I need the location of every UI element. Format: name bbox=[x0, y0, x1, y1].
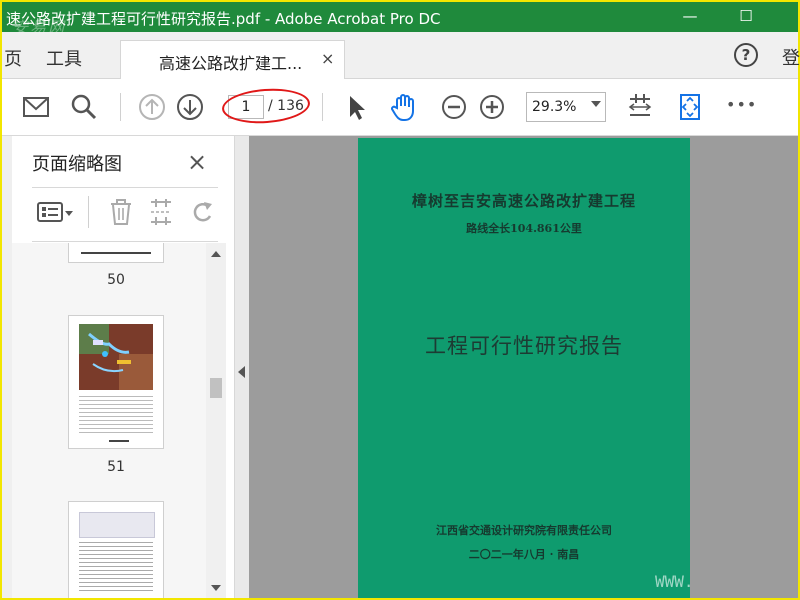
zoom-select[interactable]: 29.3% bbox=[526, 92, 606, 122]
toolbar-divider bbox=[120, 93, 121, 121]
tab-close-icon[interactable]: × bbox=[321, 49, 334, 68]
trash-icon[interactable] bbox=[108, 198, 134, 226]
cover-report-title: 工程可行性研究报告 bbox=[425, 334, 623, 358]
panel-close-icon[interactable]: × bbox=[187, 148, 207, 176]
tab-bar: 页 工具 高速公路改扩建工... × ? 登 bbox=[2, 32, 800, 79]
document-tab-label: 高速公路改扩建工... bbox=[159, 54, 303, 73]
map-image bbox=[79, 324, 153, 390]
scroll-up-icon[interactable] bbox=[211, 251, 221, 257]
next-page-icon[interactable] bbox=[174, 91, 206, 123]
window-title: 速公路改扩建工程可行性研究报告.pdf - Adobe Acrobat Pro … bbox=[6, 10, 441, 28]
zoom-in-icon[interactable] bbox=[476, 91, 508, 123]
menu-tools[interactable]: 工具 bbox=[46, 45, 82, 71]
chevron-down-icon bbox=[591, 101, 601, 107]
previous-page-icon[interactable] bbox=[136, 91, 168, 123]
panel-tool-divider bbox=[88, 196, 89, 228]
page-thumbnail-50[interactable] bbox=[68, 243, 164, 263]
title-bar: 速公路改扩建工程可行性研究报告.pdf - Adobe Acrobat Pro … bbox=[2, 2, 798, 37]
panel-edge bbox=[2, 136, 12, 598]
email-icon[interactable] bbox=[20, 91, 52, 123]
panel-collapse-handle[interactable] bbox=[235, 136, 249, 598]
sign-in-button[interactable]: 登 bbox=[782, 44, 800, 70]
insert-pages-icon[interactable] bbox=[148, 198, 174, 226]
maximize-button[interactable]: ☐ bbox=[734, 5, 758, 29]
document-view[interactable]: 樟树至吉安高速公路改扩建工程 路线全长104.861公里 工程可行性研究报告 江… bbox=[235, 136, 798, 598]
zoom-value: 29.3% bbox=[532, 99, 577, 115]
thumbnail-panel: 页面缩略图 × 50 51 bbox=[2, 136, 235, 598]
hand-tool-icon[interactable] bbox=[388, 91, 420, 123]
page-thumbnail-52[interactable] bbox=[68, 501, 164, 598]
chevron-left-icon bbox=[238, 366, 245, 378]
page-thumbnail-51[interactable] bbox=[68, 315, 164, 449]
search-icon[interactable] bbox=[68, 91, 100, 123]
pdf-page: 樟树至吉安高速公路改扩建工程 路线全长104.861公里 工程可行性研究报告 江… bbox=[358, 138, 690, 598]
cover-project-title: 樟树至吉安高速公路改扩建工程 bbox=[411, 192, 636, 210]
highlight-circle-annotation bbox=[220, 85, 312, 127]
thumbnail-label: 50 bbox=[107, 272, 125, 288]
thumbnail-list: 50 51 bbox=[12, 243, 206, 598]
cover-route-length: 路线全长104.861公里 bbox=[466, 222, 582, 235]
help-icon[interactable]: ? bbox=[734, 43, 758, 67]
minimize-button[interactable]: — bbox=[678, 5, 702, 29]
cover-date: 二〇二一年八月 · 南昌 bbox=[468, 548, 580, 561]
toolbar: 1 / 136 29.3% ••• bbox=[2, 79, 798, 136]
thumbnail-options-icon[interactable] bbox=[36, 200, 76, 226]
more-tools-icon[interactable]: ••• bbox=[726, 95, 757, 114]
panel-divider bbox=[32, 187, 218, 188]
scroll-thumb[interactable] bbox=[210, 378, 222, 398]
panel-title: 页面缩略图 bbox=[32, 154, 122, 175]
scroll-down-icon[interactable] bbox=[211, 585, 221, 591]
fit-page-icon[interactable] bbox=[624, 91, 656, 123]
toolbar-divider bbox=[322, 93, 323, 121]
site-watermark: WWW. bbox=[655, 572, 694, 591]
thumbnail-label: 51 bbox=[107, 459, 125, 475]
panel-divider bbox=[32, 241, 218, 242]
zoom-out-icon[interactable] bbox=[438, 91, 470, 123]
cover-organization: 江西省交通设计研究院有限责任公司 bbox=[436, 524, 612, 537]
thumbnail-scrollbar[interactable] bbox=[206, 243, 226, 598]
select-cursor-icon[interactable] bbox=[340, 91, 372, 123]
rotate-icon[interactable] bbox=[190, 198, 216, 226]
full-screen-icon[interactable] bbox=[674, 91, 706, 123]
document-tab[interactable]: 高速公路改扩建工... × bbox=[120, 40, 345, 79]
menu-home[interactable]: 页 bbox=[4, 45, 22, 71]
